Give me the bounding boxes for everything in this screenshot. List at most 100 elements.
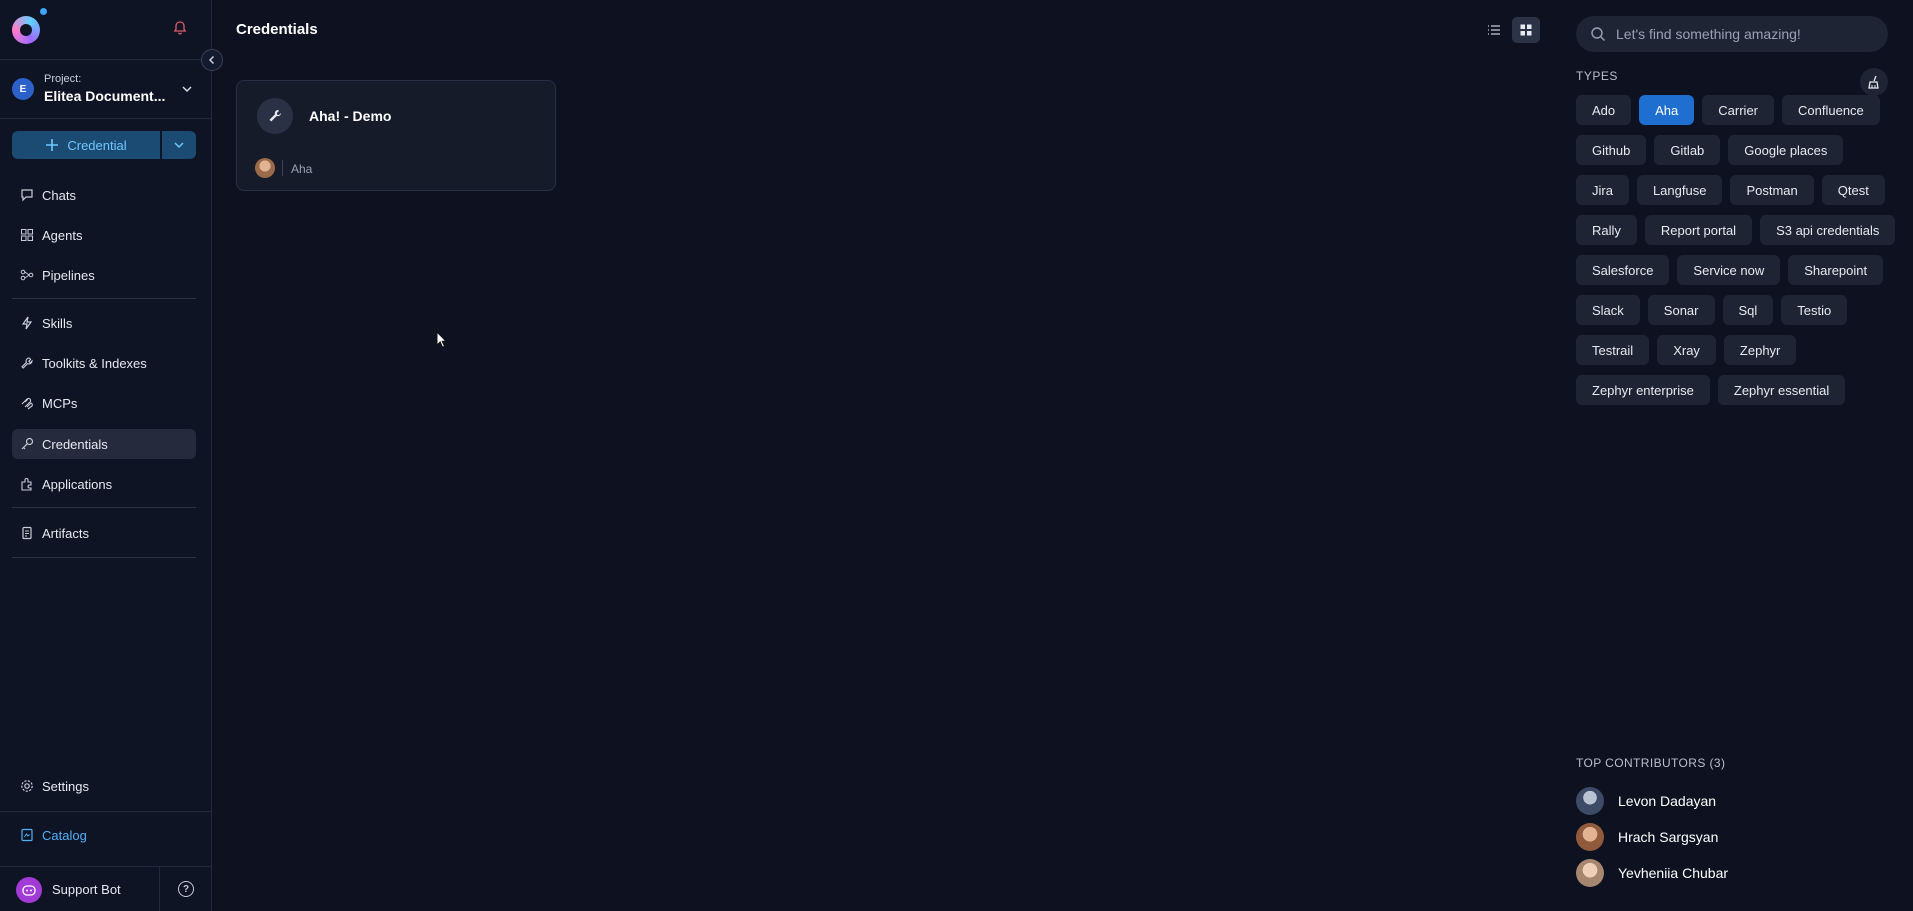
type-filter-sql[interactable]: Sql: [1722, 295, 1774, 325]
card-separator: [282, 160, 283, 176]
clear-filters-button[interactable]: [1860, 68, 1888, 96]
type-filter-langfuse[interactable]: Langfuse: [1636, 175, 1723, 205]
contributor-name: Levon Dadayan: [1618, 793, 1717, 809]
plus-icon: [46, 139, 59, 151]
grid-icon: [1520, 24, 1532, 36]
contributor-item[interactable]: Levon Dadayan: [1576, 787, 1716, 815]
type-filter-service-now[interactable]: Service now: [1677, 255, 1781, 285]
contributor-name: Hrach Sargsyan: [1618, 829, 1719, 845]
nav-divider: [12, 298, 196, 299]
type-filter-ado[interactable]: Ado: [1576, 95, 1632, 125]
project-avatar: E: [12, 78, 34, 100]
type-filter-gitlab[interactable]: Gitlab: [1654, 135, 1721, 165]
mcp-icon: [21, 397, 33, 410]
view-toggle: [1480, 17, 1540, 43]
type-filter-qtest[interactable]: Qtest: [1821, 175, 1885, 205]
contributor-name: Yevheniia Chubar: [1618, 865, 1729, 881]
sidebar-item-agents[interactable]: Agents: [12, 220, 196, 250]
sidebar-item-label: Credentials: [42, 436, 108, 452]
contributor-item[interactable]: Hrach Sargsyan: [1576, 823, 1718, 851]
pipelines-icon: [20, 269, 34, 281]
sidebar-item-pipelines[interactable]: Pipelines: [12, 260, 196, 290]
support-bot-icon[interactable]: [16, 877, 42, 903]
search-icon: [1591, 27, 1605, 41]
type-filter-postman[interactable]: Postman: [1730, 175, 1814, 205]
skills-icon: [21, 316, 33, 330]
type-filter-sonar[interactable]: Sonar: [1647, 295, 1715, 325]
grid-view-button[interactable]: [1512, 17, 1540, 43]
nav-divider: [0, 811, 212, 812]
nav-divider: [12, 507, 196, 508]
sidebar-item-label: MCPs: [42, 395, 78, 411]
sidebar-item-catalog[interactable]: Catalog: [12, 820, 196, 850]
new-credential-dropdown[interactable]: [162, 131, 196, 159]
credential-card[interactable]: Aha! - Demo Aha: [236, 80, 556, 191]
sidebar-item-label: Pipelines: [42, 267, 95, 283]
agents-icon: [21, 229, 33, 241]
type-filter-zephyr[interactable]: Zephyr: [1723, 335, 1797, 365]
contributors-heading: TOP CONTRIBUTORS (3): [1576, 756, 1726, 770]
sidebar-item-label: Artifacts: [42, 525, 89, 541]
type-filter-sharepoint[interactable]: Sharepoint: [1788, 255, 1884, 285]
chevron-down-icon[interactable]: [180, 82, 194, 96]
type-filter-list: Ado Aha Carrier Confluence Github Gitlab Googl…: [1576, 95, 1901, 405]
type-filter-carrier[interactable]: Carrier: [1702, 95, 1775, 125]
types-heading: TYPES: [1576, 69, 1618, 83]
sidebar: E Project: Elitea Document... Credential…: [0, 0, 212, 911]
card-title: Aha! - Demo: [309, 108, 392, 124]
card-type: Aha: [291, 162, 313, 176]
collapse-sidebar-button[interactable]: [201, 49, 223, 71]
help-icon[interactable]: ?: [178, 881, 194, 897]
new-credential-button[interactable]: Credential: [12, 131, 160, 159]
type-filter-aha[interactable]: Aha: [1639, 95, 1695, 125]
sidebar-item-skills[interactable]: Skills: [12, 308, 196, 338]
catalog-icon: [21, 828, 33, 842]
sidebar-item-label: Toolkits & Indexes: [42, 355, 147, 371]
type-filter-zephyr-essential[interactable]: Zephyr essential: [1717, 375, 1846, 405]
search-input[interactable]: [1616, 26, 1876, 42]
type-filter-github[interactable]: Github: [1576, 135, 1647, 165]
sidebar-item-settings[interactable]: Settings: [12, 771, 196, 801]
bell-icon[interactable]: [172, 20, 188, 36]
type-filter-slack[interactable]: Slack: [1576, 295, 1640, 325]
type-filter-testio[interactable]: Testio: [1781, 295, 1848, 325]
avatar: [1576, 787, 1604, 815]
avatar: [1576, 823, 1604, 851]
sidebar-item-label: Catalog: [42, 827, 87, 843]
toolkits-icon: [21, 357, 33, 369]
sidebar-item-label: Applications: [42, 476, 113, 492]
page-title: Credentials: [236, 21, 318, 38]
notification-dot: [40, 8, 47, 15]
list-view-button[interactable]: [1480, 17, 1508, 43]
type-filter-salesforce[interactable]: Salesforce: [1576, 255, 1670, 285]
sidebar-item-label: Settings: [42, 778, 89, 794]
sidebar-item-artifacts[interactable]: Artifacts: [12, 518, 196, 548]
sidebar-item-label: Skills: [42, 315, 73, 331]
chevron-down-icon: [174, 142, 184, 149]
support-bot-label[interactable]: Support Bot: [52, 882, 121, 897]
sidebar-item-chats[interactable]: Chats: [12, 180, 196, 210]
author-avatar: [255, 158, 275, 178]
type-filter-xray[interactable]: Xray: [1657, 335, 1716, 365]
chat-icon: [21, 189, 33, 202]
bar-separator: [159, 867, 160, 911]
type-filter-rally[interactable]: Rally: [1576, 215, 1637, 245]
nav-divider: [12, 557, 196, 558]
mouse-cursor-icon: [436, 331, 448, 348]
search-box[interactable]: [1576, 16, 1888, 52]
type-filter-s3-api-credentials[interactable]: S3 api credentials: [1760, 215, 1896, 245]
type-filter-confluence[interactable]: Confluence: [1782, 95, 1880, 125]
new-credential-label: Credential: [67, 137, 127, 153]
gear-icon: [21, 780, 33, 792]
contributor-item[interactable]: Yevheniia Chubar: [1576, 859, 1728, 887]
type-filter-jira[interactable]: Jira: [1576, 175, 1629, 205]
type-filter-report-portal[interactable]: Report portal: [1644, 215, 1753, 245]
type-filter-google-places[interactable]: Google places: [1728, 135, 1844, 165]
sidebar-item-applications[interactable]: Applications: [12, 469, 196, 499]
type-filter-testrail[interactable]: Testrail: [1576, 335, 1650, 365]
app-logo[interactable]: [12, 16, 40, 44]
type-filter-zephyr-enterprise[interactable]: Zephyr enterprise: [1576, 375, 1710, 405]
sidebar-item-mcps[interactable]: MCPs: [12, 388, 196, 418]
sidebar-item-credentials[interactable]: Credentials: [12, 429, 196, 459]
sidebar-item-toolkits[interactable]: Toolkits & Indexes: [12, 348, 196, 378]
